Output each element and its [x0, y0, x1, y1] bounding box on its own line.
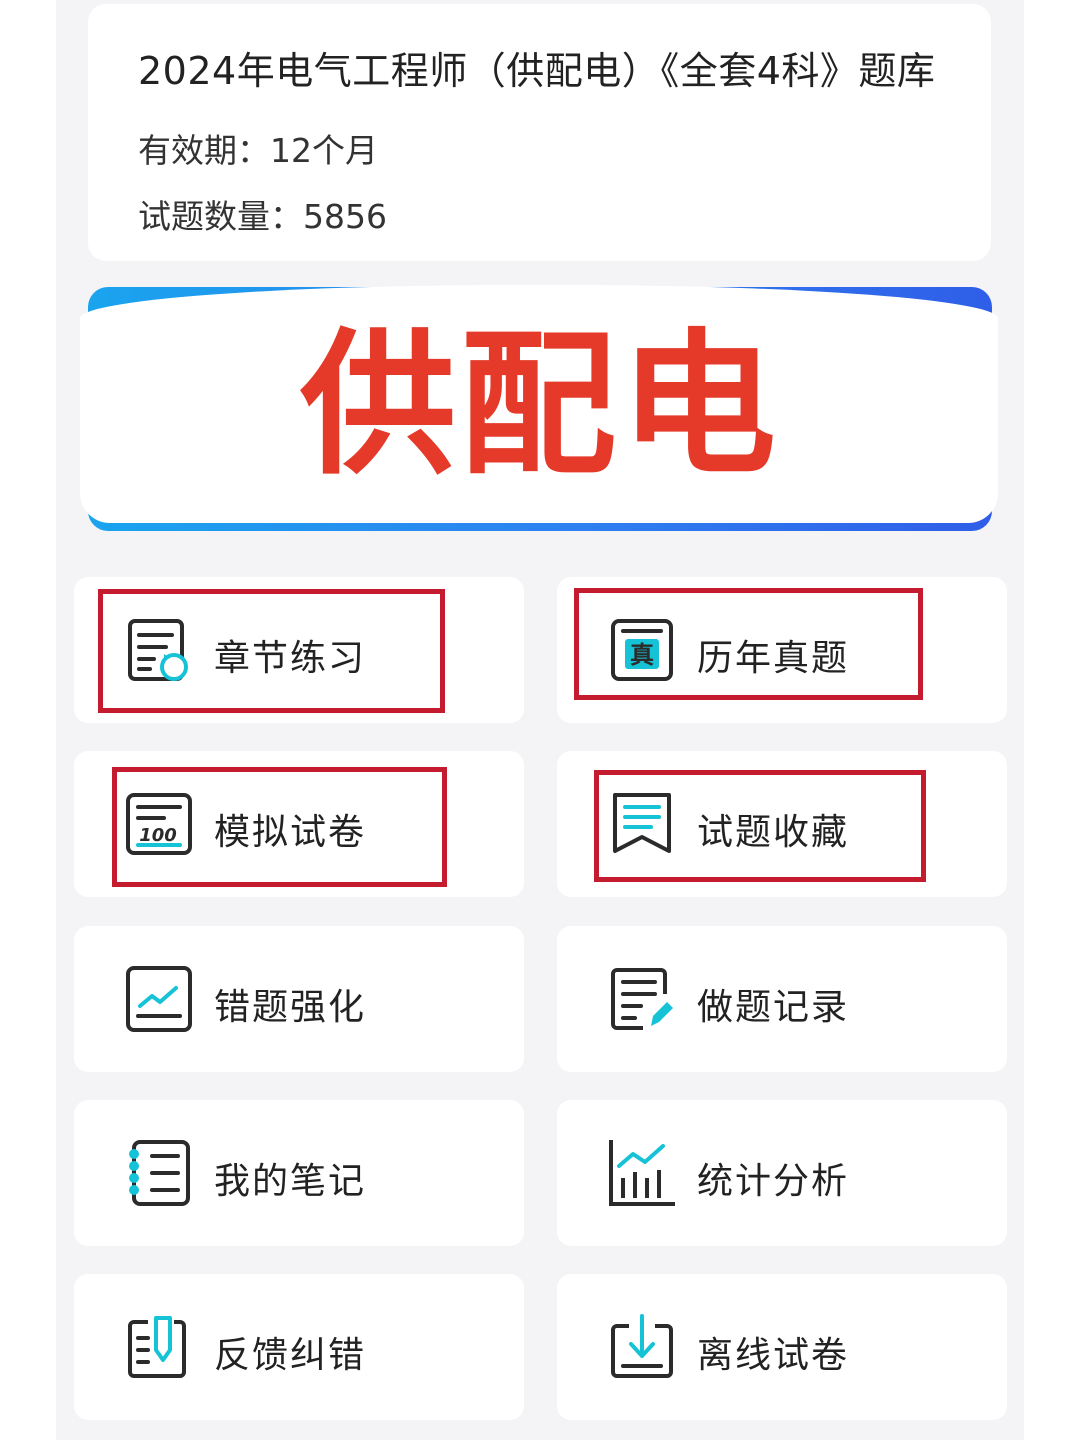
notes-icon	[129, 1140, 190, 1206]
chapter-practice-icon	[128, 619, 188, 681]
menu-label: 离线试卷	[697, 1335, 850, 1376]
product-title: 2024年电气工程师（供配电）《全套4科》题库	[138, 49, 936, 93]
menu-label: 历年真题	[697, 638, 850, 679]
mistake-review-icon	[126, 966, 192, 1032]
menu-label: 错题强化	[214, 987, 367, 1028]
menu-tile-mock-exam[interactable]: 100 模拟试卷	[74, 751, 524, 897]
subject-banner: 供配电	[80, 285, 998, 535]
menu-tile-bookmarks[interactable]: 试题收藏	[557, 751, 1007, 897]
offline-download-icon	[611, 1314, 673, 1378]
menu-label: 反馈纠错	[214, 1335, 367, 1376]
menu-tile-chapter-practice[interactable]: 章节练习	[74, 577, 524, 723]
menu-tile-statistics[interactable]: 统计分析	[557, 1100, 1007, 1246]
menu-label: 模拟试卷	[214, 812, 367, 853]
menu-label: 做题记录	[697, 987, 850, 1028]
question-count: 试题数量：5856	[138, 197, 387, 236]
feedback-icon	[128, 1316, 186, 1378]
validity-period: 有效期：12个月	[138, 131, 378, 170]
menu-tile-practice-record[interactable]: 做题记录	[557, 926, 1007, 1072]
banner-title: 供配电	[300, 314, 780, 496]
past-exams-icon: 真	[611, 619, 673, 681]
svg-text:100: 100	[139, 825, 177, 846]
menu-tile-mistake-review[interactable]: 错题强化	[74, 926, 524, 1072]
menu-tile-offline-exam[interactable]: 离线试卷	[557, 1274, 1007, 1420]
menu-label: 试题收藏	[697, 812, 850, 853]
menu-tile-my-notes[interactable]: 我的笔记	[74, 1100, 524, 1246]
menu-label: 章节练习	[214, 638, 367, 679]
menu-tile-feedback[interactable]: 反馈纠错	[74, 1274, 524, 1420]
practice-record-icon	[611, 968, 673, 1030]
product-info-card: 2024年电气工程师（供配电）《全套4科》题库 有效期：12个月 试题数量：58…	[88, 4, 991, 261]
menu-label: 统计分析	[697, 1161, 850, 1202]
menu-label: 我的笔记	[214, 1161, 367, 1202]
svg-text:真: 真	[630, 641, 654, 669]
menu-tile-past-exams[interactable]: 真 历年真题	[557, 577, 1007, 723]
mock-exam-icon: 100	[126, 793, 192, 855]
bookmark-icon	[613, 793, 671, 853]
statistics-icon	[609, 1140, 675, 1206]
